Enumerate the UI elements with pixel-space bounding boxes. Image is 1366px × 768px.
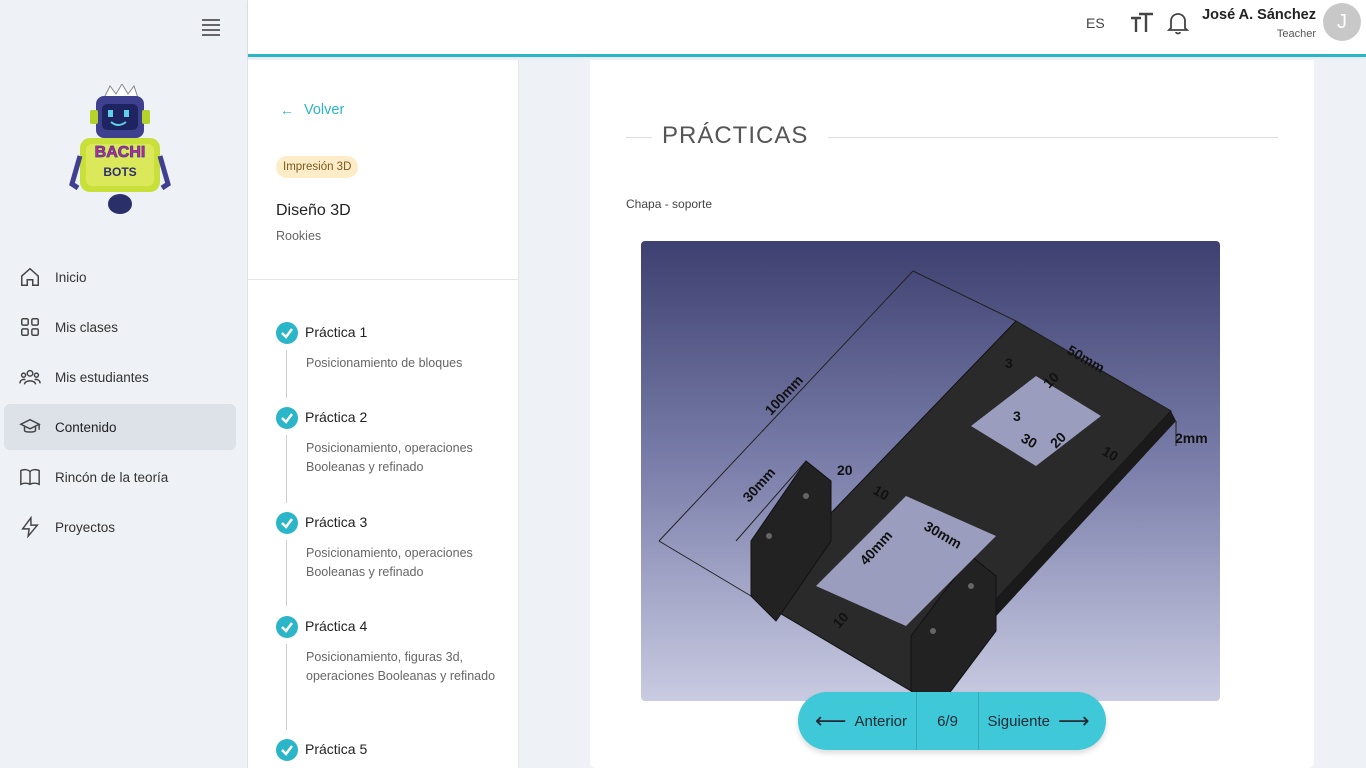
practice-title: Práctica 5 [305, 741, 368, 757]
menu-toggle-icon[interactable] [202, 19, 220, 36]
content-card: PRÁCTICAS Chapa - soporte 100mm 50mm 3 1… [590, 60, 1314, 768]
practice-title: Práctica 2 [305, 409, 368, 425]
check-circle-icon [276, 322, 298, 344]
practice-desc: Posicionamiento, operaciones Booleanas y… [306, 441, 473, 474]
divider [248, 279, 518, 280]
practice-desc: Posicionamiento de bloques [306, 356, 463, 370]
timeline-line [286, 435, 287, 503]
next-button[interactable]: Siguiente ⟶ [979, 692, 1106, 750]
text-size-icon[interactable] [1130, 12, 1154, 34]
practice-desc: Posicionamiento, operaciones Booleanas y… [306, 546, 473, 579]
language-selector[interactable]: ES [1086, 15, 1105, 31]
divider [626, 137, 652, 138]
notifications-bell-icon[interactable] [1167, 11, 1189, 35]
timeline-line [286, 350, 287, 398]
timeline-line [286, 540, 287, 606]
sidebar-item-label: Inicio [55, 269, 87, 285]
check-circle-icon [276, 616, 298, 638]
svg-text:3: 3 [1013, 408, 1021, 424]
practice-title: Práctica 1 [305, 324, 368, 340]
sidebar-item-contenido[interactable]: Contenido [4, 404, 236, 450]
grid-icon [18, 315, 42, 339]
sidebar-item-label: Mis clases [55, 319, 119, 335]
check-circle-icon [276, 739, 298, 761]
sidebar-item-mis-clases[interactable]: Mis clases [4, 304, 236, 350]
svg-text:2mm: 2mm [1175, 430, 1208, 446]
sidebar-item-rincon-teoria[interactable]: Rincón de la teoría [4, 454, 236, 500]
back-label: Volver [304, 102, 345, 118]
arrow-right-icon: ⟶ [1058, 708, 1090, 733]
sidebar-item-label: Mis estudiantes [55, 369, 149, 385]
check-circle-icon [276, 407, 298, 429]
course-level: Rookies [276, 229, 322, 243]
sidebar-item-label: Rincón de la teoría [55, 469, 169, 485]
page-counter: 6/9 [916, 692, 979, 750]
technical-drawing-image: 100mm 50mm 3 10 3 30 20 2mm 10 20 30mm 1… [641, 241, 1220, 701]
practice-subtitle: Chapa - soporte [626, 197, 713, 211]
bachibots-logo: BACHI BOTS [69, 84, 171, 214]
svg-text:20: 20 [837, 462, 853, 478]
user-name: José A. Sánchez [1202, 7, 1316, 23]
users-icon [18, 365, 42, 389]
back-link[interactable]: ← Volver [280, 102, 344, 118]
sidebar-nav: Inicio Mis clases Mis estudiantes Conten… [4, 254, 236, 554]
home-icon [18, 265, 42, 289]
graduation-cap-icon [18, 415, 42, 439]
previous-label: Anterior [854, 712, 908, 730]
arrow-left-icon: ← [280, 102, 294, 118]
svg-text:BOTS: BOTS [103, 165, 136, 179]
pager: ⟵ Anterior 6/9 Siguiente ⟶ [798, 692, 1106, 750]
avatar[interactable]: J [1323, 3, 1361, 41]
timeline-line [286, 644, 287, 730]
section-header: PRÁCTICAS [626, 122, 1278, 152]
svg-text:100mm: 100mm [761, 372, 806, 418]
sidebar: BACHI BOTS Inicio Mis clases Mis estudia… [0, 0, 248, 768]
course-title: Diseño 3D [276, 202, 351, 219]
sidebar-item-label: Contenido [55, 419, 117, 435]
previous-button[interactable]: ⟵ Anterior [798, 692, 916, 750]
practice-title: Práctica 4 [305, 618, 368, 634]
sidebar-item-inicio[interactable]: Inicio [4, 254, 236, 300]
top-bar: ES José A. Sánchez Teacher J [248, 0, 1366, 57]
sidebar-item-proyectos[interactable]: Proyectos [4, 504, 236, 550]
check-circle-icon [276, 512, 298, 534]
course-tag: Impresión 3D [276, 156, 359, 178]
svg-text:3: 3 [1005, 355, 1013, 371]
practice-desc: Posicionamiento, figuras 3d, operaciones… [306, 650, 496, 683]
sidebar-item-mis-estudiantes[interactable]: Mis estudiantes [4, 354, 236, 400]
course-panel: ← Volver Impresión 3D Diseño 3D Rookies … [248, 60, 519, 768]
user-role: Teacher [1276, 28, 1316, 40]
next-label: Siguiente [987, 712, 1050, 730]
sidebar-item-label: Proyectos [55, 519, 116, 535]
book-icon [18, 465, 42, 489]
arrow-left-icon: ⟵ [814, 708, 847, 733]
lightning-icon [18, 515, 42, 539]
section-title: PRÁCTICAS [662, 122, 809, 149]
practice-title: Práctica 3 [305, 514, 368, 530]
svg-text:BACHI: BACHI [95, 144, 146, 161]
bracket-3d-drawing: 100mm 50mm 3 10 3 30 20 2mm 10 20 30mm 1… [658, 270, 1208, 701]
divider [828, 137, 1278, 138]
